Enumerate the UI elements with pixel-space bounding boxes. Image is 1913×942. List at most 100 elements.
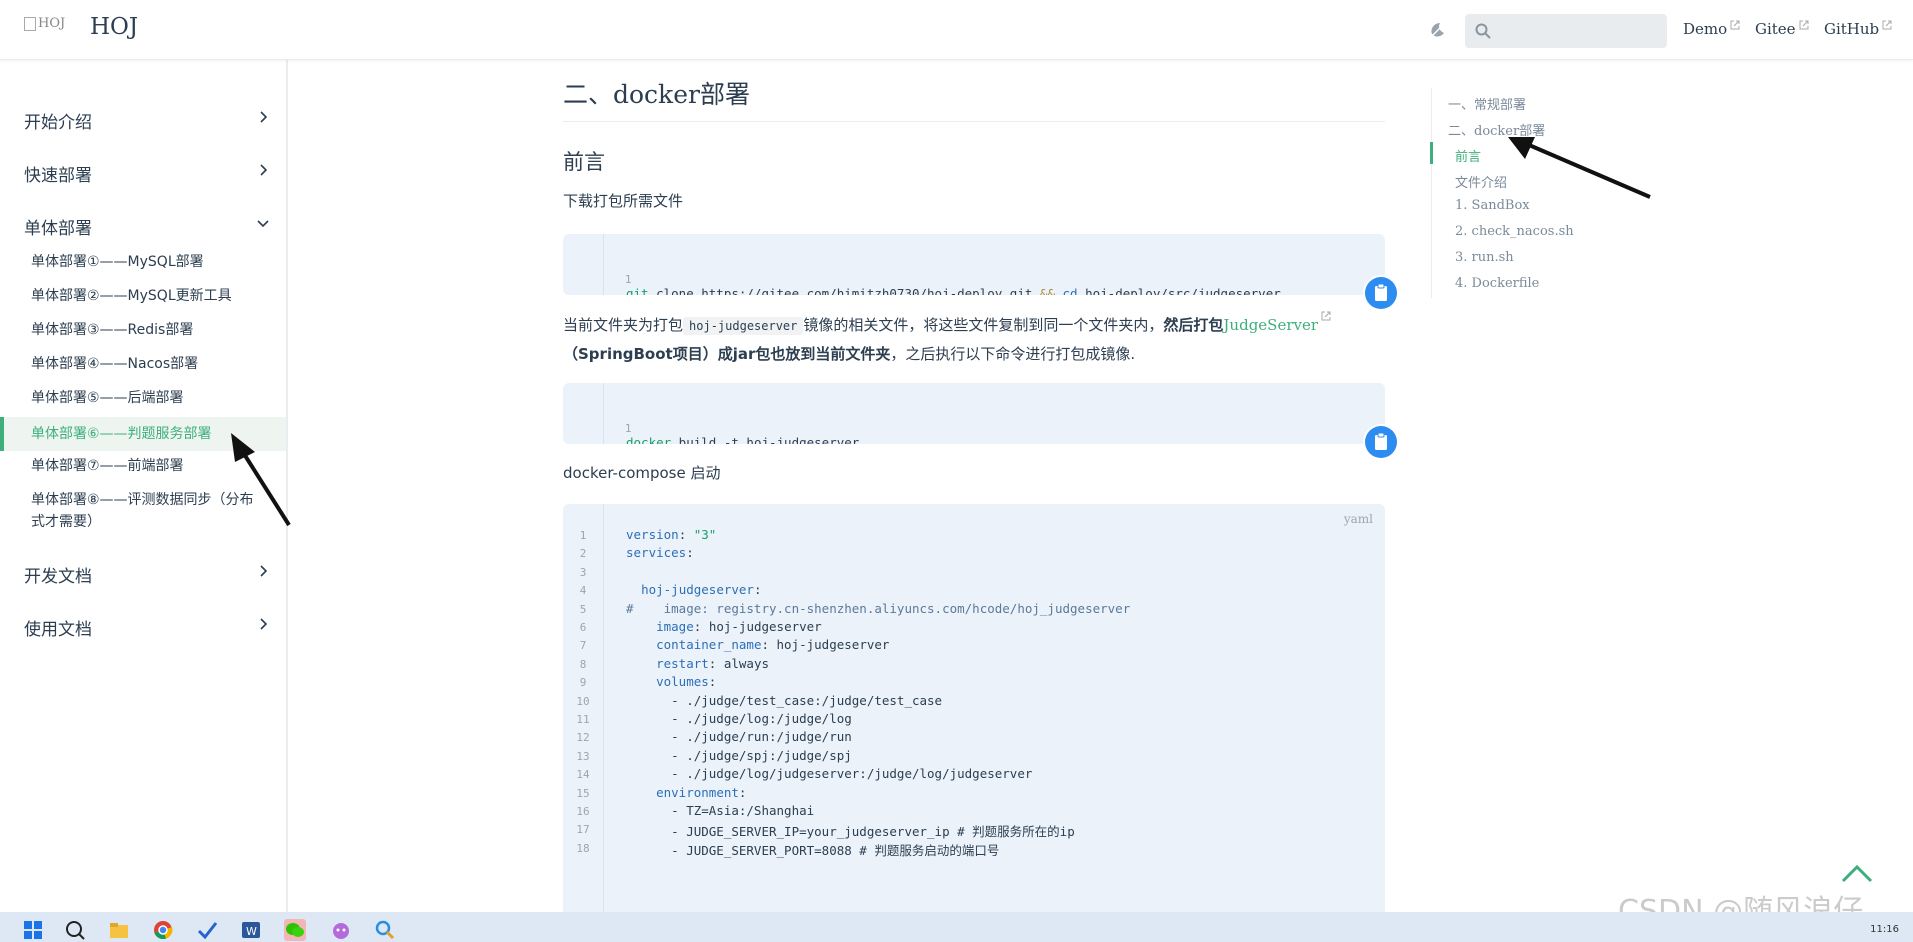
windows-start-icon[interactable] bbox=[22, 919, 44, 941]
text-span: 镜像的相关文件，将这些文件复制到同一个文件夹内， bbox=[803, 316, 1164, 334]
nav-link-github[interactable]: GitHub bbox=[1824, 20, 1892, 38]
nav-link-gitee[interactable]: Gitee bbox=[1755, 20, 1809, 38]
yaml-key: container_name bbox=[656, 637, 762, 653]
yaml-line: 7 container_name: hoj-judgeserver bbox=[563, 637, 890, 652]
annotation-arrow-sidebar bbox=[231, 433, 291, 527]
line-number: 5 bbox=[579, 602, 587, 616]
wechat-icon[interactable] bbox=[284, 919, 306, 941]
bold-text: 然后打包 bbox=[1163, 316, 1224, 334]
word-icon[interactable]: W bbox=[240, 919, 262, 941]
line-number: 16 bbox=[576, 805, 590, 818]
sidebar-group-dev-docs[interactable]: 开发文档 bbox=[24, 562, 270, 587]
code-text: hoj-judgeserver: bbox=[626, 582, 761, 597]
toc-item-run-sh[interactable]: 3. run.sh bbox=[1455, 250, 1514, 265]
code-comment: # image: registry.cn-shenzhen.aliyuncs.c… bbox=[626, 600, 1131, 616]
chrome-icon[interactable] bbox=[152, 919, 174, 941]
yaml-value: always bbox=[723, 655, 770, 671]
app-cat-icon[interactable] bbox=[330, 919, 352, 941]
yaml-line: 10 - ./judge/test_case:/judge/test_case bbox=[563, 693, 942, 708]
yaml-separator: : bbox=[678, 527, 694, 542]
external-link-icon bbox=[1321, 311, 1331, 321]
line-number: 14 bbox=[576, 768, 590, 782]
chevron-right-icon bbox=[260, 164, 268, 176]
code-token: cd bbox=[1054, 286, 1078, 295]
toc-item-regular-deploy[interactable]: 一、常规部署 bbox=[1448, 94, 1526, 113]
logo-image[interactable]: HOJ bbox=[24, 16, 65, 31]
search-taskbar-icon[interactable] bbox=[64, 919, 86, 941]
copy-button[interactable] bbox=[1365, 277, 1397, 309]
sidebar-item-mysql[interactable]: 单体部署①——MySQL部署 bbox=[0, 251, 286, 273]
code-text: - ./judge/run:/judge/run bbox=[626, 729, 852, 744]
yaml-separator: : bbox=[761, 637, 777, 653]
app-search-icon[interactable] bbox=[374, 919, 396, 941]
code-token: - ./judge/test_case:/judge/test_case bbox=[626, 692, 943, 708]
nav-link-gitee-label: Gitee bbox=[1755, 20, 1796, 38]
judgeserver-link[interactable]: JudgeServer bbox=[1223, 311, 1331, 334]
yaml-key: restart bbox=[656, 655, 709, 671]
code-text: git clone https://gitee.com/himitzh0730/… bbox=[626, 286, 1281, 295]
yaml-separator: : bbox=[708, 674, 717, 690]
line-number: 13 bbox=[576, 749, 590, 763]
chevron-right-icon bbox=[260, 565, 268, 577]
yaml-line: 17 - JUDGE_SERVER_IP=your_judgeserver_ip… bbox=[563, 821, 1074, 839]
sidebar-group-single-deploy[interactable]: 单体部署 bbox=[24, 214, 270, 239]
chevron-down-icon bbox=[257, 220, 269, 228]
toc-item-files[interactable]: 文件介绍 bbox=[1455, 172, 1507, 191]
code-token: - ./judge/log:/judge/log bbox=[626, 711, 852, 726]
site-name[interactable]: HOJ bbox=[90, 14, 138, 40]
search-input[interactable] bbox=[1465, 14, 1667, 48]
nav-link-demo-label: Demo bbox=[1683, 20, 1728, 38]
sidebar-item-mysql-update[interactable]: 单体部署②——MySQL更新工具 bbox=[0, 285, 286, 307]
sidebar-group-label: 使用文档 bbox=[24, 620, 92, 640]
sidebar-item-redis[interactable]: 单体部署③——Redis部署 bbox=[0, 319, 286, 341]
code-token: && bbox=[1039, 286, 1055, 295]
yaml-line: 5 # image: registry.cn-shenzhen.aliyuncs.… bbox=[563, 601, 1131, 616]
clipboard-icon bbox=[1375, 432, 1387, 450]
nav-link-github-label: GitHub bbox=[1824, 20, 1880, 38]
yaml-value: hoj-judgeserver bbox=[776, 637, 890, 653]
section-heading-docker: 二、docker部署 bbox=[563, 75, 1385, 122]
link-label: JudgeServer bbox=[1223, 316, 1319, 334]
sidebar-item-nacos[interactable]: 单体部署④——Nacos部署 bbox=[0, 353, 286, 375]
file-explorer-icon[interactable] bbox=[108, 919, 130, 941]
yaml-key: version bbox=[626, 527, 679, 542]
code-text: volumes: bbox=[626, 674, 716, 689]
yaml-line: 4 hoj-judgeserver: bbox=[563, 582, 762, 597]
line-number: 18 bbox=[576, 841, 590, 855]
todo-icon[interactable] bbox=[196, 919, 218, 941]
sidebar-group-label: 快速部署 bbox=[24, 166, 92, 186]
copy-button[interactable] bbox=[1365, 426, 1397, 458]
yaml-value: hoj-judgeserver bbox=[708, 619, 822, 634]
code-token: - TZ=Asia:/Shanghai bbox=[626, 803, 815, 818]
yaml-line: 2 services: bbox=[563, 545, 694, 560]
yaml-line: 11 - ./judge/log:/judge/log bbox=[563, 711, 851, 726]
sidebar-group-quick-deploy[interactable]: 快速部署 bbox=[24, 161, 270, 186]
code-line: 1 git clone https://gitee.com/himitzh073… bbox=[563, 256, 1281, 295]
clipboard-icon bbox=[1375, 283, 1387, 301]
back-to-top-icon[interactable] bbox=[1840, 862, 1874, 884]
code-token: - ./judge/log/judgeserver:/judge/log/jud… bbox=[626, 766, 1033, 782]
subheading-preface: 前言 bbox=[563, 150, 605, 174]
toc-item-dockerfile[interactable]: 4. Dockerfile bbox=[1455, 276, 1539, 291]
toc-item-check-nacos[interactable]: 2. check_nacos.sh bbox=[1455, 224, 1574, 239]
theme-toggle-icon[interactable] bbox=[1428, 20, 1448, 40]
sidebar-group-intro[interactable]: 开始介绍 bbox=[24, 108, 270, 133]
line-number: 3 bbox=[579, 565, 587, 579]
code-text: - JUDGE_SERVER_IP=your_judgeserver_ip # … bbox=[626, 821, 1075, 840]
code-block-git-clone: 1 git clone https://gitee.com/himitzh073… bbox=[563, 234, 1385, 295]
text-span: ，之后执行以下命令进行打包成镜像. bbox=[890, 345, 1136, 363]
code-text: version: "3" bbox=[626, 527, 716, 542]
chevron-right-icon bbox=[260, 111, 268, 123]
sidebar-group-usage-docs[interactable]: 使用文档 bbox=[24, 615, 270, 640]
taskbar-clock[interactable]: 11:16 bbox=[1870, 924, 1899, 935]
sidebar-item-backend[interactable]: 单体部署⑤——后端部署 bbox=[0, 387, 286, 409]
line-number: 8 bbox=[579, 657, 587, 671]
code-text: services: bbox=[626, 545, 694, 560]
toc-item-preface[interactable]: 前言 bbox=[1455, 146, 1481, 165]
nav-link-demo[interactable]: Demo bbox=[1683, 20, 1740, 38]
code-text: restart: always bbox=[626, 656, 769, 671]
code-token: clone https://gitee.com/himitzh0730/hoj-… bbox=[648, 286, 1040, 295]
taskbar: W 11:16 bbox=[0, 912, 1913, 942]
yaml-line: 12 - ./judge/run:/judge/run bbox=[563, 729, 851, 744]
annotation-arrow-toc bbox=[1508, 137, 1651, 199]
